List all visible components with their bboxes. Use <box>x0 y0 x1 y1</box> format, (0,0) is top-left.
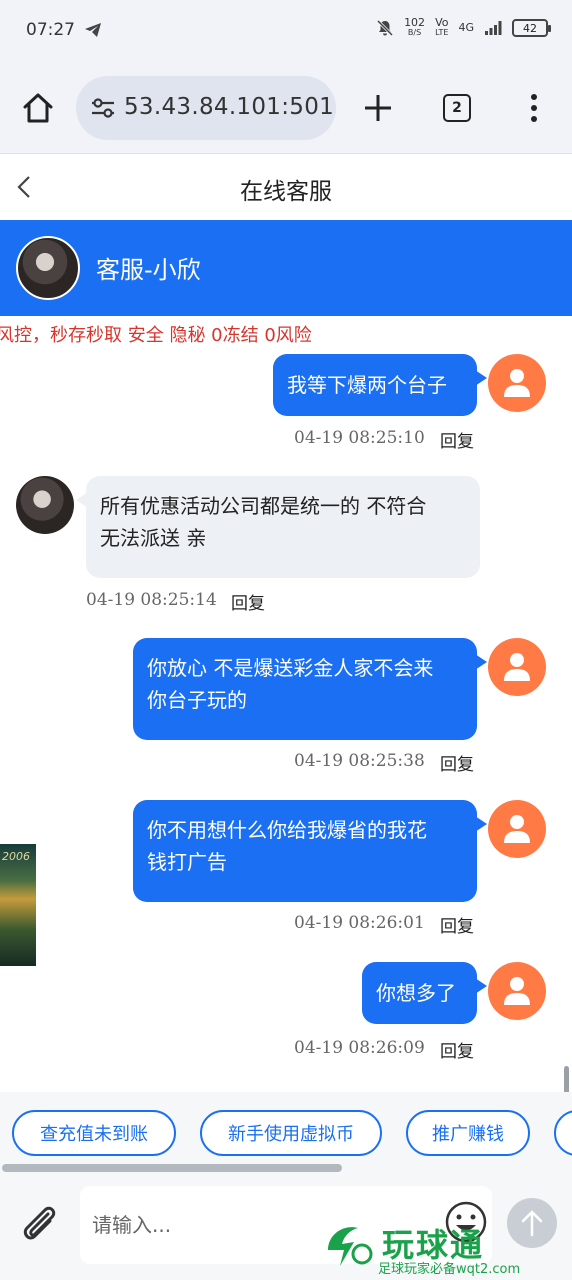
net-speed-value: 102 <box>404 16 426 29</box>
watermark: 玩球通 足球玩家必备wqt2.com <box>324 1220 572 1280</box>
volte-badge: Vo LTE <box>435 16 449 38</box>
reply-link[interactable]: 回复 <box>231 589 265 614</box>
volte-top: Vo <box>435 16 449 29</box>
agent-avatar <box>16 236 80 300</box>
battery-icon: 42 <box>512 19 551 37</box>
message-time: 04-19 08:25:38 <box>294 751 425 771</box>
quick-reply-recharge[interactable]: 查充值未到账 <box>12 1110 176 1156</box>
paperclip-icon[interactable] <box>18 1202 62 1246</box>
tab-count: 2 <box>452 100 462 116</box>
message-time: 04-19 08:26:01 <box>294 913 425 933</box>
user-avatar <box>488 800 546 858</box>
quick-reply-label: 新手使用虚拟币 <box>228 1124 354 1145</box>
reply-link[interactable]: 回复 <box>440 427 474 452</box>
message-line: 无法派送 亲 <box>100 526 207 550</box>
floating-ad-text: 2006 <box>2 850 30 863</box>
user-avatar <box>488 354 546 412</box>
user-icon <box>504 815 530 843</box>
user-icon <box>504 977 530 1005</box>
vertical-scrollbar[interactable] <box>564 1066 569 1094</box>
network-label: 4G <box>458 21 474 34</box>
volte-bottom: LTE <box>435 28 449 37</box>
more-menu-icon[interactable] <box>522 92 546 124</box>
user-avatar <box>488 638 546 696</box>
battery-level: 42 <box>523 21 537 35</box>
status-bar: 07:27 102 B/S Vo LTE 4G 42 <box>0 0 572 62</box>
agent-message-avatar <box>16 476 74 534</box>
browser-toolbar: 53.43.84.101:5012 2 <box>0 62 572 154</box>
agent-bar: 客服-小欣 <box>0 220 572 316</box>
reply-link[interactable]: 回复 <box>440 750 474 775</box>
quick-reply-crypto[interactable]: 新手使用虚拟币 <box>200 1110 382 1156</box>
net-speed: 102 B/S <box>404 16 426 38</box>
message-bubble[interactable]: 你不用想什么你给我爆省的我花 钱打广告 <box>133 800 487 902</box>
floating-ad-thumbnail[interactable]: 2006 <box>0 844 36 966</box>
page-title: 在线客服 <box>240 179 332 205</box>
message-line: 你不用想什么你给我爆省的我花 <box>147 818 427 842</box>
horizontal-scroll-thumb[interactable] <box>2 1164 342 1172</box>
quick-reply-more[interactable] <box>554 1110 572 1156</box>
message-bubble[interactable]: 我等下爆两个台子 <box>273 354 487 416</box>
watermark-logo-icon <box>328 1227 373 1266</box>
network-type: 4G <box>458 21 474 34</box>
quick-replies: 查充值未到账 新手使用虚拟币 推广赚钱 <box>0 1092 572 1162</box>
address-bar[interactable]: 53.43.84.101:5012 <box>76 76 336 140</box>
home-icon[interactable] <box>20 90 56 126</box>
message-line: 所有优惠活动公司都是统一的 不符合 <box>100 494 427 518</box>
telegram-icon <box>85 23 101 37</box>
message-time: 04-19 08:25:14 <box>86 590 217 610</box>
message-line: 你想多了 <box>376 981 456 1005</box>
watermark-subtitle: 足球玩家必备wqt2.com <box>378 1262 521 1277</box>
message-list[interactable]: 我等下爆两个台子 04-19 08:25:10 回复 所有优惠活动公司都是统一的… <box>0 352 572 1092</box>
horizontal-scrollbar[interactable] <box>0 1162 572 1174</box>
new-tab-icon[interactable] <box>362 92 394 124</box>
message-line: 我等下爆两个台子 <box>287 373 447 397</box>
signal-icon <box>485 21 502 35</box>
message-bubble[interactable]: 你放心 不是爆送彩金人家不会来 你台子玩的 <box>133 638 487 740</box>
message-time: 04-19 08:26:09 <box>294 1038 425 1058</box>
user-avatar <box>488 962 546 1020</box>
agent-name: 客服-小欣 <box>96 256 201 284</box>
status-icons: 102 B/S Vo LTE 4G 42 <box>376 16 551 38</box>
site-settings-icon[interactable] <box>90 96 116 120</box>
url-text[interactable]: 53.43.84.101:5012 <box>124 94 336 120</box>
message-time: 04-19 08:25:10 <box>294 428 425 448</box>
quick-reply-label: 查充值未到账 <box>40 1124 148 1145</box>
page-header: 在线客服 <box>0 154 572 220</box>
bell-muted-icon <box>377 19 394 37</box>
notice-text: 风控，秒存秒取 安全 隐秘 0冻结 0风险 <box>0 325 312 346</box>
quick-reply-promote[interactable]: 推广赚钱 <box>406 1110 530 1156</box>
message-line: 你放心 不是爆送彩金人家不会来 <box>147 656 434 680</box>
user-icon <box>504 369 530 397</box>
user-icon <box>504 653 530 681</box>
message-line: 钱打广告 <box>147 850 227 874</box>
message-bubble[interactable]: 所有优惠活动公司都是统一的 不符合 无法派送 亲 <box>76 476 480 578</box>
reply-link[interactable]: 回复 <box>440 912 474 937</box>
tab-switcher-button[interactable]: 2 <box>443 94 471 122</box>
status-time: 07:27 <box>26 20 75 40</box>
notice-marquee: 风控，秒存秒取 安全 隐秘 0冻结 0风险 <box>0 316 572 352</box>
reply-link[interactable]: 回复 <box>440 1037 474 1062</box>
quick-reply-label: 推广赚钱 <box>432 1124 504 1145</box>
message-bubble[interactable]: 你想多了 <box>362 962 487 1024</box>
message-line: 你台子玩的 <box>147 688 247 712</box>
net-speed-unit: B/S <box>407 28 422 37</box>
